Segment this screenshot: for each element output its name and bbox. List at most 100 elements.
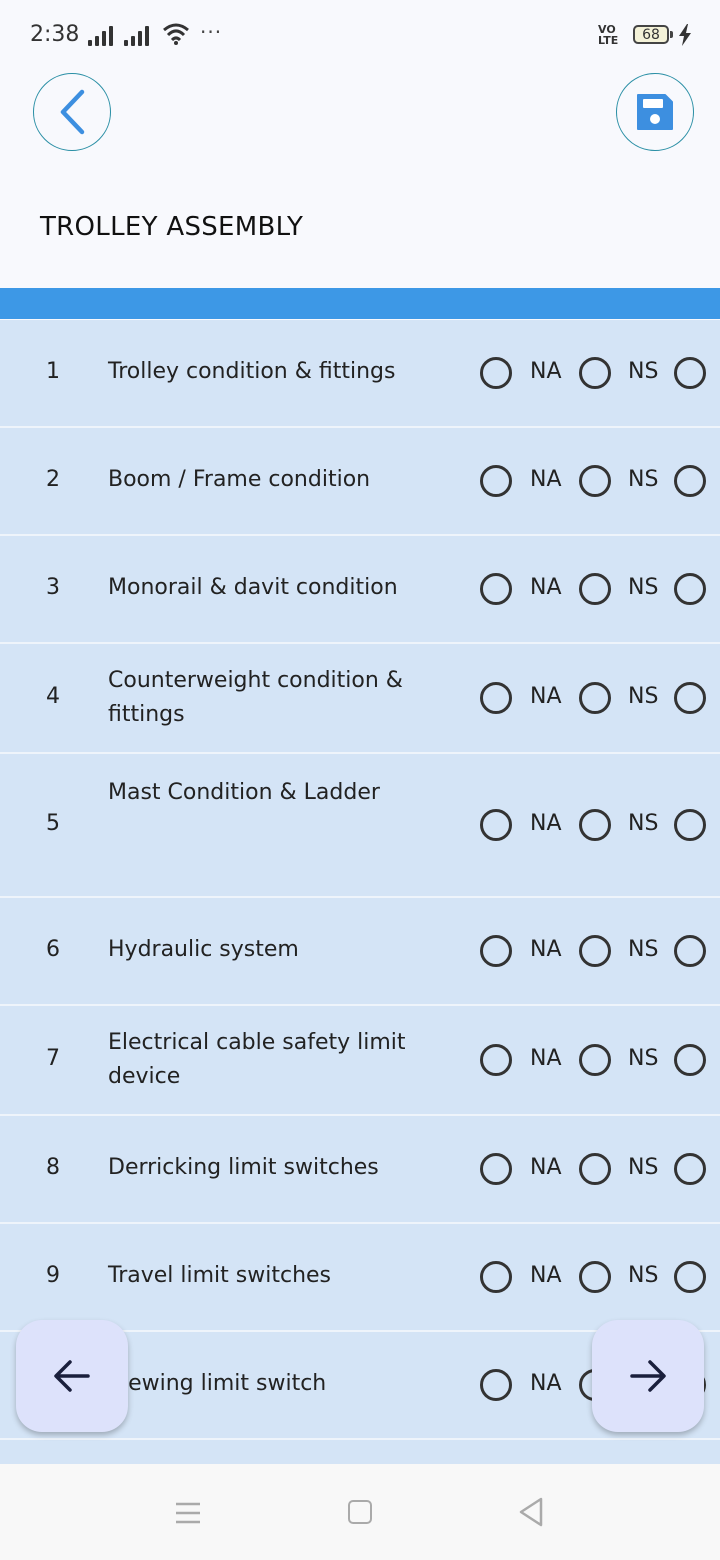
table-header-bar (0, 288, 720, 319)
radio-ns[interactable] (579, 465, 611, 497)
na-label: NA (530, 359, 562, 384)
ns-label: NS (628, 684, 659, 709)
radio-ns[interactable] (579, 357, 611, 389)
na-label: NA (530, 1155, 562, 1180)
battery-tip (670, 31, 673, 38)
na-label: NA (530, 937, 562, 962)
row-number: 4 (46, 684, 60, 709)
radio-option[interactable] (674, 682, 706, 714)
status-time: 2:38 (30, 22, 80, 47)
row-number: 3 (46, 575, 60, 600)
row-number: 9 (46, 1263, 60, 1288)
na-label: NA (530, 467, 562, 492)
more-status-icon: ··· (200, 20, 223, 44)
ns-label: NS (628, 937, 659, 962)
previous-page-button[interactable] (16, 1320, 128, 1432)
checklist-row: 9 Travel limit switches NA NS (0, 1224, 720, 1332)
row-label: Travel limit switches (108, 1263, 332, 1288)
signal-icon (88, 26, 113, 46)
signal-icon (124, 26, 149, 46)
arrow-right-icon (630, 1360, 666, 1392)
radio-na[interactable] (480, 935, 512, 967)
row-number: 1 (46, 359, 60, 384)
system-back-icon[interactable] (518, 1497, 544, 1527)
charging-icon (679, 24, 691, 46)
radio-option[interactable] (674, 465, 706, 497)
row-label: Mast Condition & Ladder (108, 780, 380, 805)
checklist-row: 6 Hydraulic system NA NS (0, 898, 720, 1006)
checklist-row: 7 Electrical cable safety limit device NA N… (0, 1006, 720, 1116)
na-label: NA (530, 575, 562, 600)
radio-na[interactable] (480, 465, 512, 497)
checklist-row: 2 Boom / Frame condition NA NS (0, 428, 720, 536)
radio-option[interactable] (674, 1044, 706, 1076)
status-bar: 2:38 ··· VO LTE 68 (0, 0, 720, 70)
wifi-icon (163, 23, 189, 45)
na-label: NA (530, 1263, 562, 1288)
radio-option[interactable] (674, 1261, 706, 1293)
home-icon[interactable] (348, 1500, 372, 1524)
recent-apps-icon[interactable] (175, 1502, 201, 1524)
row-label: Electrical cable safety limit device (108, 1030, 406, 1089)
radio-ns[interactable] (579, 1044, 611, 1076)
volte-icon: VO LTE (598, 23, 619, 47)
na-label: NA (530, 811, 562, 836)
system-nav-bar (0, 1464, 720, 1560)
ns-label: NS (628, 575, 659, 600)
next-page-button[interactable] (592, 1320, 704, 1432)
row-label: Slewing limit switch (108, 1371, 327, 1396)
row-label: Monorail & davit condition (108, 575, 398, 600)
row-label: Trolley condition & fittings (108, 359, 396, 384)
row-number: 7 (46, 1046, 60, 1071)
ns-label: NS (628, 467, 659, 492)
na-label: NA (530, 1371, 562, 1396)
checklist-row: 4 Counterweight condition & fittings NA NS (0, 644, 720, 754)
row-label: Counterweight condition & fittings (108, 668, 403, 727)
radio-option[interactable] (674, 1153, 706, 1185)
radio-na[interactable] (480, 1261, 512, 1293)
checklist-row: 8 Derricking limit switches NA NS (0, 1116, 720, 1224)
radio-na[interactable] (480, 682, 512, 714)
row-number: 8 (46, 1155, 60, 1180)
radio-ns[interactable] (579, 682, 611, 714)
floppy-disk-icon (637, 94, 673, 130)
radio-na[interactable] (480, 357, 512, 389)
radio-na[interactable] (480, 1044, 512, 1076)
ns-label: NS (628, 811, 659, 836)
radio-option[interactable] (674, 573, 706, 605)
checklist-row: 3 Monorail & davit condition NA NS (0, 536, 720, 644)
row-number: 6 (46, 937, 60, 962)
battery-level: 68 (642, 26, 660, 43)
row-label: Derricking limit switches (108, 1155, 379, 1180)
radio-ns[interactable] (579, 1261, 611, 1293)
ns-label: NS (628, 1046, 659, 1071)
radio-option[interactable] (674, 935, 706, 967)
radio-na[interactable] (480, 1153, 512, 1185)
checklist-row: 1 Trolley condition & fittings NA NS (0, 320, 720, 428)
arrow-left-icon (54, 1360, 90, 1392)
ns-label: NS (628, 359, 659, 384)
row-number: 2 (46, 467, 60, 492)
back-button[interactable] (33, 73, 111, 151)
radio-ns[interactable] (579, 1153, 611, 1185)
na-label: NA (530, 1046, 562, 1071)
radio-na[interactable] (480, 573, 512, 605)
radio-ns[interactable] (579, 935, 611, 967)
na-label: NA (530, 684, 562, 709)
checklist[interactable]: 1 Trolley condition & fittings NA NS 2 Boom /… (0, 320, 720, 1464)
chevron-left-icon (60, 89, 85, 135)
radio-ns[interactable] (579, 809, 611, 841)
battery-icon: 68 (633, 25, 669, 44)
ns-label: NS (628, 1263, 659, 1288)
radio-na[interactable] (480, 809, 512, 841)
radio-option[interactable] (674, 357, 706, 389)
radio-na[interactable] (480, 1369, 512, 1401)
ns-label: NS (628, 1155, 659, 1180)
checklist-row: 5 Mast Condition & Ladder NA NS (0, 754, 720, 898)
radio-option[interactable] (674, 809, 706, 841)
row-number: 5 (46, 811, 60, 836)
row-label: Hydraulic system (108, 937, 299, 962)
save-button[interactable] (616, 73, 694, 151)
radio-ns[interactable] (579, 573, 611, 605)
row-label: Boom / Frame condition (108, 467, 371, 492)
